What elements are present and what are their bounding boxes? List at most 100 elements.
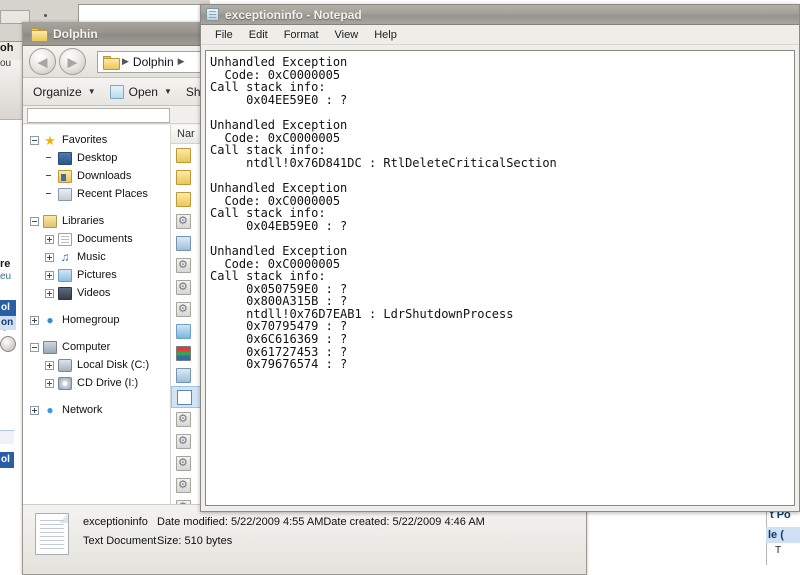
folder-icon — [176, 191, 191, 207]
expand-icon[interactable] — [45, 288, 54, 298]
sidebar-item-documents[interactable]: Documents — [27, 230, 170, 248]
expand-icon[interactable] — [30, 315, 39, 325]
expand-icon[interactable] — [45, 234, 54, 244]
expand-icon[interactable] — [45, 360, 54, 370]
sidebar-label: Recent Places — [77, 188, 148, 200]
expand-icon[interactable] — [30, 405, 39, 415]
bg-text-3: eu — [0, 271, 12, 282]
sidebar-label: Network — [62, 404, 103, 416]
libraries-icon — [43, 214, 57, 228]
organize-label: Organize — [33, 84, 82, 99]
desktop-screen: oh ou re eu lp ol on ol t Po le ( T Dolp… — [0, 0, 800, 575]
gear-icon — [176, 477, 191, 493]
menu-format[interactable]: Format — [276, 27, 327, 43]
sidebar-item-network[interactable]: ● Network — [27, 401, 170, 419]
details-row-1: exceptioninfo Date modified: 5/22/2009 4… — [83, 513, 485, 532]
organize-button[interactable]: Organize ▼ — [33, 85, 96, 99]
bg-right-row: le ( — [766, 527, 800, 543]
bg-text-5: ol — [0, 300, 16, 316]
open-label: Open — [128, 84, 158, 99]
size-label: Size: — [157, 535, 182, 547]
open-button[interactable]: Open ▼ — [109, 84, 172, 99]
recent-places-icon — [58, 187, 72, 201]
star-icon: ★ — [44, 132, 56, 148]
desktop-icon — [58, 151, 72, 165]
notepad-window: exceptioninfo - Notepad File Edit Format… — [200, 4, 800, 512]
background-circle-button — [0, 336, 16, 352]
breadcrumb-dropdown-icon[interactable]: ▶ — [178, 56, 185, 67]
homegroup-icon: ● — [46, 312, 54, 327]
date-created-value: 5/22/2009 4:46 AM — [392, 516, 485, 528]
music-icon: ♫ — [60, 249, 70, 264]
gear-icon — [176, 213, 191, 229]
documents-icon — [58, 232, 72, 246]
collapse-icon[interactable] — [30, 342, 39, 352]
gear-icon — [176, 411, 191, 427]
expand-icon[interactable] — [45, 270, 54, 280]
folder-icon — [31, 27, 48, 42]
menu-help[interactable]: Help — [366, 27, 405, 43]
date-modified-label: Date modified: — [157, 516, 228, 528]
spacer — [45, 190, 54, 199]
sidebar-item-videos[interactable]: Videos — [27, 284, 170, 302]
details-row-2: Text Document Size: 510 bytes — [83, 532, 485, 551]
sidebar-item-music[interactable]: ♫ Music — [27, 248, 170, 266]
explorer-title: Dolphin — [53, 26, 98, 41]
notepad-text-area[interactable]: Unhandled Exception Code: 0xC0000005 Cal… — [205, 50, 795, 506]
sidebar-label: Documents — [77, 233, 133, 245]
date-created-label: Date created: — [323, 516, 390, 528]
sidebar-item-cd-drive[interactable]: CD Drive (I:) — [27, 374, 170, 392]
disk-icon — [58, 358, 72, 372]
breadcrumb-separator-icon: ▶ — [122, 56, 129, 66]
folder-icon — [176, 147, 191, 163]
forward-button[interactable]: ▶ — [59, 48, 86, 75]
menu-view[interactable]: View — [327, 27, 367, 43]
sidebar-item-libraries[interactable]: Libraries — [27, 212, 170, 230]
back-button[interactable]: ◀ — [29, 48, 56, 75]
sidebar-item-pictures[interactable]: Pictures — [27, 266, 170, 284]
size-value: 510 bytes — [184, 535, 233, 547]
sidebar-label: Downloads — [77, 170, 132, 182]
sidebar-item-local-disk[interactable]: Local Disk (C:) — [27, 356, 170, 374]
bg-text-2: re — [0, 258, 11, 270]
sidebar-item-favorites[interactable]: ★ Favorites — [27, 131, 170, 149]
notepad-icon — [206, 8, 219, 21]
sidebar-label: Local Disk (C:) — [77, 359, 150, 371]
sidebar-item-homegroup[interactable]: ● Homegroup — [27, 311, 170, 329]
menu-edit[interactable]: Edit — [241, 27, 276, 43]
notepad-menubar: File Edit Format View Help — [201, 25, 799, 45]
date-created: Date created: 5/22/2009 4:46 AM — [323, 513, 484, 532]
collapse-icon[interactable] — [30, 135, 39, 145]
file-type: Text Document — [83, 535, 157, 547]
folder-icon — [176, 169, 191, 185]
sidebar-item-recent-places[interactable]: Recent Places — [27, 185, 170, 203]
doc-lines — [40, 520, 64, 521]
sidebar-item-downloads[interactable]: Downloads — [27, 167, 170, 185]
text-document-icon — [35, 513, 69, 555]
sidebar-label: Computer — [62, 341, 111, 353]
file-size: Size: 510 bytes — [157, 532, 232, 551]
background-dot — [44, 14, 47, 17]
gear-icon — [176, 279, 191, 295]
sidebar-label: Desktop — [77, 152, 118, 164]
expand-icon[interactable] — [45, 252, 54, 262]
gear-icon — [176, 301, 191, 317]
breadcrumb-current[interactable]: Dolphin — [133, 55, 174, 69]
notepad-titlebar[interactable]: exceptioninfo - Notepad — [201, 5, 799, 25]
sidebar-item-computer[interactable]: Computer — [27, 338, 170, 356]
sidebar-label: Libraries — [62, 215, 105, 227]
sidebar-item-desktop[interactable]: Desktop — [27, 149, 170, 167]
details-pane: exceptioninfo Date modified: 5/22/2009 4… — [23, 504, 586, 574]
menu-file[interactable]: File — [207, 27, 241, 43]
collapse-icon[interactable] — [30, 216, 39, 226]
bg-text-0: oh — [0, 42, 14, 54]
search-input[interactable] — [27, 108, 170, 123]
image-icon — [176, 323, 191, 339]
forward-arrow-icon: ▶ — [67, 54, 78, 69]
text-document-icon — [177, 389, 192, 405]
expand-icon[interactable] — [45, 378, 54, 388]
gear-icon — [176, 257, 191, 273]
chevron-down-icon: ▼ — [87, 87, 96, 96]
